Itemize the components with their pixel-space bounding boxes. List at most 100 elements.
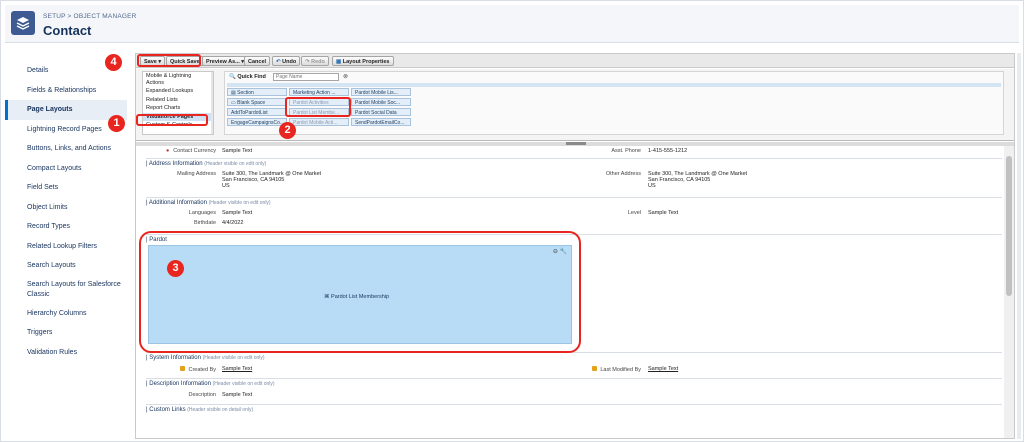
section-address[interactable]: | Address Information (Header visible on… [146, 161, 266, 167]
field-value[interactable]: Sample Text [222, 366, 252, 373]
field-label: Created By [156, 366, 216, 374]
sidebar-item-buttons-links-actions[interactable]: Buttons, Links, and Actions [5, 139, 127, 159]
palette-scrollbar[interactable] [211, 72, 213, 134]
redo-icon: ↷ [305, 59, 310, 65]
layout-properties-button[interactable]: ▦ Layout Properties [332, 56, 394, 66]
field-label: Description [188, 392, 216, 398]
sidebar-item-search-layouts-classic[interactable]: Search Layouts for Salesforce Classic [5, 276, 127, 304]
field-label-text: Created By [188, 367, 216, 373]
section-divider [146, 378, 1002, 379]
lock-icon [592, 366, 598, 371]
palette-item[interactable]: Marketing Action ... [289, 88, 349, 96]
sidebar-item-record-types[interactable]: Record Types [5, 217, 127, 237]
highlight-pardot-list-membership [285, 97, 351, 117]
section-system[interactable]: | System Information (Header visible on … [146, 355, 265, 361]
palette: Mobile & Lightning Actions Expanded Look… [136, 69, 1014, 141]
redo-button[interactable]: ↷ Redo [301, 56, 329, 66]
palette-item-blank-space[interactable]: ▭ Blank Space [227, 98, 287, 106]
section-hint: (Header visible on edit only) [204, 161, 267, 167]
splitter-handle[interactable] [566, 142, 586, 145]
app-frame: SETUP > OBJECT MANAGER Contact Details F… [0, 0, 1024, 442]
field-value[interactable]: Sample Text [648, 210, 678, 217]
highlight-pardot-section [139, 231, 581, 353]
field-label: Contact Currency [173, 148, 216, 154]
field-value[interactable]: Sample Text [648, 366, 678, 373]
quick-find-input[interactable] [273, 73, 339, 81]
section-title: Address Information [148, 161, 203, 167]
palette-item-label: Blank Space [237, 100, 266, 106]
sidebar-item-hierarchy-columns[interactable]: Hierarchy Columns [5, 304, 127, 324]
sidebar-item-search-layouts[interactable]: Search Layouts [5, 256, 127, 276]
palette-item-section[interactable]: ▤ Section [227, 88, 287, 96]
field-value: San Francisco, CA 94105 [648, 177, 711, 183]
section-title: Additional Information [148, 200, 207, 206]
object-manager-sidebar: Details Fields & Relationships Page Layo… [5, 53, 127, 439]
quick-find-label: 🔍 Quick Find [229, 74, 266, 80]
field-value[interactable]: Sample Text [222, 210, 252, 217]
section-custom-links[interactable]: | Custom Links (Header visible on detail… [146, 407, 253, 413]
page-scrollbar[interactable] [1017, 53, 1021, 439]
palette-item[interactable]: EngageCampaignsCo... [227, 118, 287, 126]
field-label-text: Last Modified By [600, 367, 641, 373]
section-divider [146, 404, 1002, 405]
section-description[interactable]: | Description Information (Header visibl… [146, 381, 275, 387]
sidebar-item-triggers[interactable]: Triggers [5, 323, 127, 343]
undo-label: Undo [282, 59, 297, 65]
palette-item[interactable]: Pardot Social Data [351, 108, 411, 116]
cancel-button[interactable]: Cancel [244, 56, 271, 66]
clear-icon[interactable]: ⊗ [343, 73, 348, 80]
search-icon: 🔍 [229, 74, 236, 80]
scroll-thumb[interactable] [1006, 156, 1012, 296]
highlight-save-buttons [137, 54, 201, 67]
preview-as-button[interactable]: Preview As... ▾ [202, 56, 249, 66]
palette-item[interactable]: SendPardotEmailCo... [351, 118, 411, 126]
palette-category[interactable]: Report Charts [143, 104, 213, 113]
palette-category[interactable]: Expanded Lookups [143, 87, 213, 96]
canvas-scrollbar[interactable] [1004, 146, 1014, 438]
section-title: Custom Links [149, 407, 186, 413]
field-value[interactable]: Sample Text [222, 148, 252, 155]
palette-item[interactable]: AddToPardotList [227, 108, 287, 116]
palette-item-label: Section [237, 90, 254, 96]
breadcrumb[interactable]: SETUP > OBJECT MANAGER [43, 13, 137, 20]
palette-category[interactable]: Related Lists [143, 96, 213, 105]
preview-as-label: Preview As... [206, 59, 240, 65]
blank-space-icon: ▭ [231, 100, 236, 106]
callout-three: 3 [167, 260, 184, 277]
palette-item[interactable]: Pardot Mobile Soc... [351, 98, 411, 106]
section-title: Description Information [149, 381, 211, 387]
section-hint: (Header visible on edit only) [212, 381, 275, 387]
callout-two: 2 [279, 122, 296, 139]
field-value[interactable]: Sample Text [222, 392, 252, 399]
palette-category[interactable]: Mobile & Lightning Actions [143, 72, 213, 87]
sidebar-item-validation-rules[interactable]: Validation Rules [5, 343, 127, 363]
callout-one: 1 [108, 115, 125, 132]
sidebar-item-related-lookup-filters[interactable]: Related Lookup Filters [5, 237, 127, 257]
section-additional[interactable]: | Additional Information (Header visible… [146, 200, 271, 206]
field-label: Asst. Phone [611, 148, 641, 154]
sidebar-item-fields-relationships[interactable]: Fields & Relationships [5, 81, 127, 101]
quick-find-text: Quick Find [237, 74, 266, 80]
field-value[interactable]: 4/4/2022 [222, 220, 243, 227]
properties-icon: ▦ [336, 59, 342, 65]
field-value[interactable]: 1-415-555-1212 [648, 148, 687, 155]
palette-item[interactable]: Pardot Mobile Lis... [351, 88, 411, 96]
section-divider [146, 197, 1002, 198]
field-value: US [222, 183, 230, 189]
editor-toolbar: Save ▾ Quick Save Preview As... ▾ Cancel… [136, 54, 1014, 68]
sidebar-item-object-limits[interactable]: Object Limits [5, 198, 127, 218]
palette-item[interactable]: Pardot Mobile Acti... [289, 118, 349, 126]
undo-button[interactable]: ↶ Undo [272, 56, 301, 66]
section-icon: ▤ [231, 90, 236, 96]
layers-icon [11, 11, 35, 35]
object-header: SETUP > OBJECT MANAGER Contact [5, 5, 1019, 43]
field-label: Mailing Address [177, 171, 216, 177]
field-value: San Francisco, CA 94105 [222, 177, 285, 183]
field-label: Last Modified By [576, 366, 641, 374]
section-hint: (Header visible on detail only) [187, 407, 254, 413]
sidebar-item-field-sets[interactable]: Field Sets [5, 178, 127, 198]
sidebar-item-page-layouts[interactable]: Page Layouts [5, 100, 127, 120]
callout-four: 4 [105, 54, 122, 71]
redo-label: Redo [311, 59, 325, 65]
sidebar-item-compact-layouts[interactable]: Compact Layouts [5, 159, 127, 179]
